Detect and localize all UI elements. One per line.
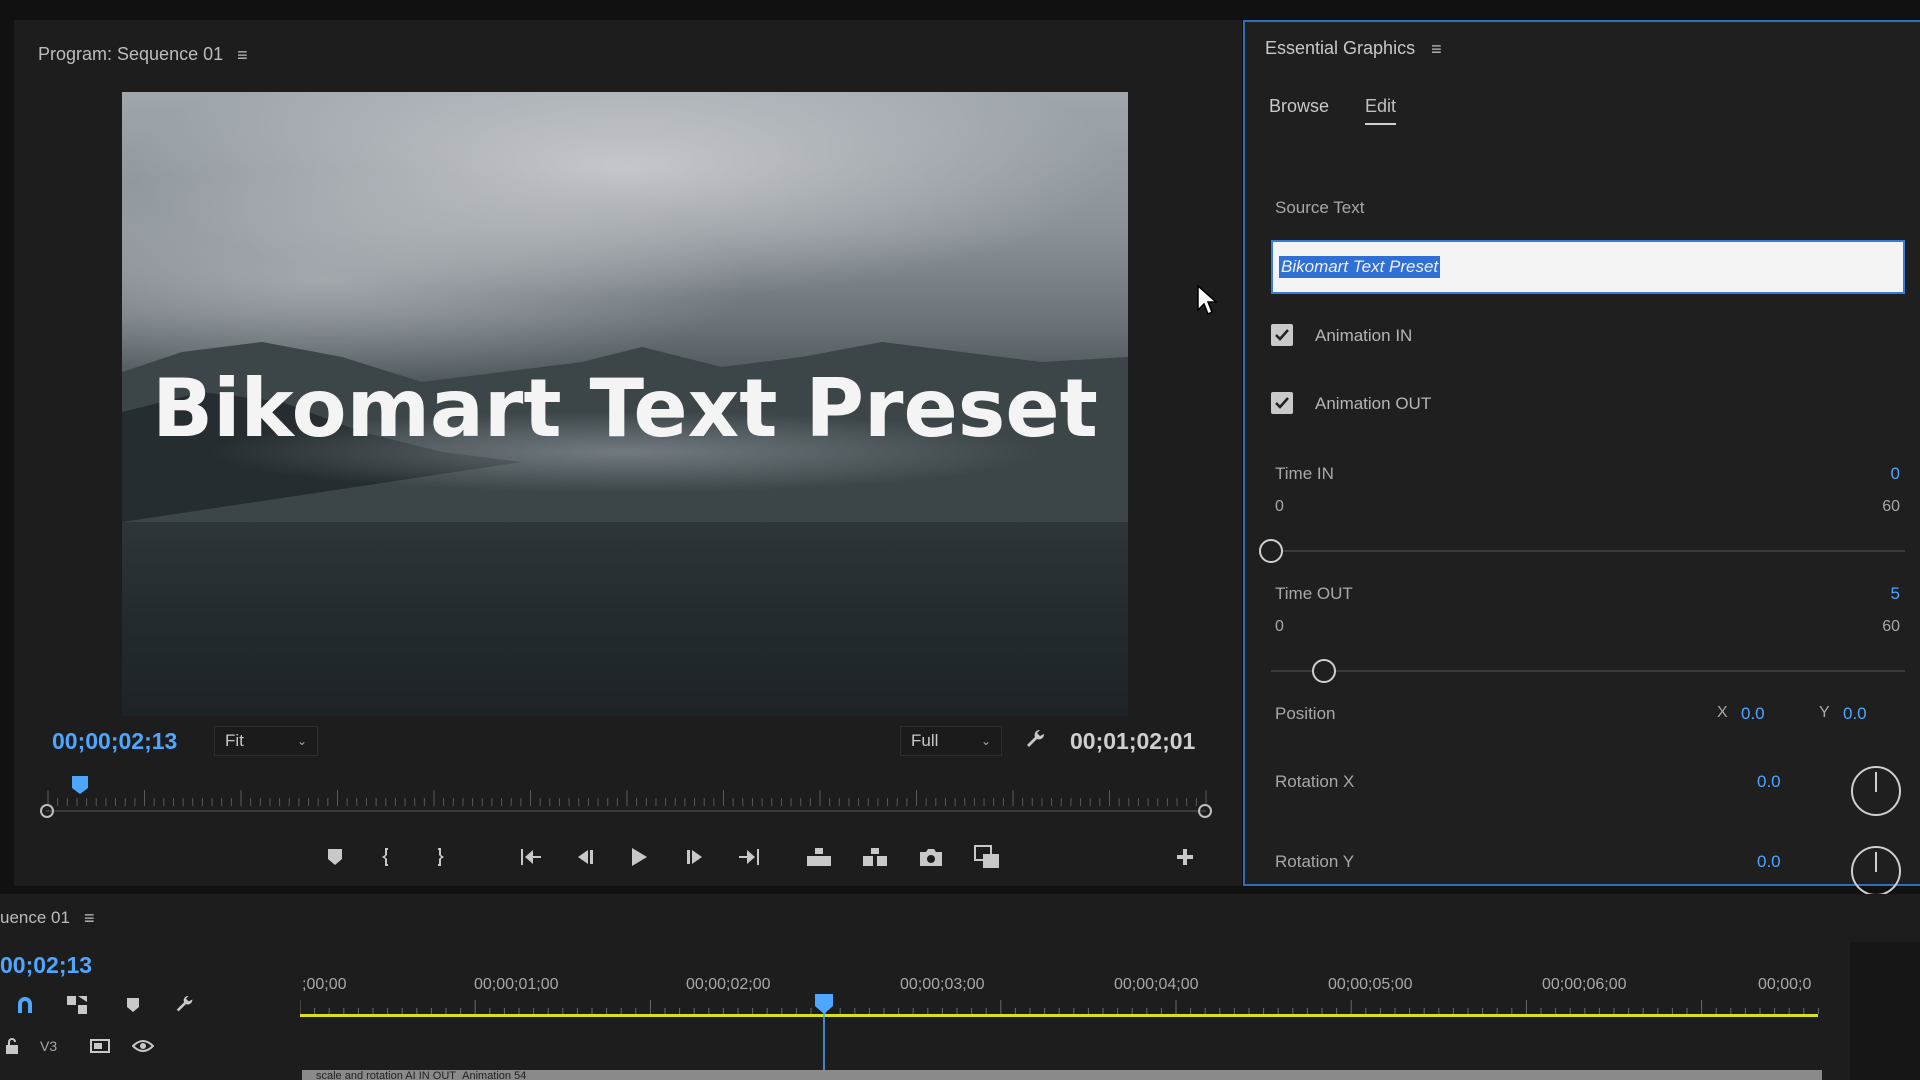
timeline-settings-wrench-icon[interactable] [172,992,198,1018]
animation-out-checkbox[interactable] [1271,392,1293,414]
animation-in-label: Animation IN [1315,326,1413,345]
timeline-timecode[interactable]: 00;02;13 [0,952,92,979]
sequence-duration: 00;01;02;01 [1070,728,1196,754]
timeline-title: uence 01 [0,908,70,927]
source-text-label: Source Text [1275,198,1365,217]
timeline-ruler-label: 00;00;0 [1758,976,1812,993]
program-monitor-title: Program: Sequence 01 [38,44,224,64]
time-out-slider-knob[interactable] [1311,659,1336,683]
time-out-min: 0 [1275,618,1284,635]
mark-in-icon[interactable] [370,840,404,874]
extract-icon[interactable] [858,840,892,874]
timeline-ruler-label: 00;00;05;00 [1328,976,1413,993]
source-text-selection: Bikomart Text Preset [1279,256,1441,278]
essential-graphics-header: Essential Graphics ≡ [1265,38,1442,59]
zoom-level-select[interactable]: Fit ⌄ [214,726,318,756]
rotation-x-dial[interactable] [1851,766,1901,816]
go-to-in-icon[interactable] [514,840,548,874]
playhead-marker[interactable] [72,776,88,794]
overlay-title-text[interactable]: Bikomart Text Preset [122,362,1128,455]
position-label: Position [1275,704,1336,723]
go-to-out-icon[interactable] [732,840,766,874]
time-out-value[interactable]: 5 [1891,584,1900,604]
play-icon[interactable] [622,840,656,874]
tab-edit[interactable]: Edit [1365,96,1397,125]
time-out-slider-track[interactable] [1271,670,1905,672]
transport-controls [14,840,1242,880]
timeline-ruler-label: 00;00;02;00 [686,976,771,993]
rotation-y-label: Rotation Y [1275,852,1355,871]
position-y-value[interactable]: 0.0 [1843,704,1867,724]
tab-browse[interactable]: Browse [1269,96,1329,117]
track-lock-icon[interactable] [2,1034,22,1058]
step-back-icon[interactable] [568,840,602,874]
timeline-ruler-label: 00;00;01;00 [474,976,559,993]
timeline-ruler-label: 00;00;04;00 [1114,976,1199,993]
time-out-max: 60 [1882,618,1900,635]
rotation-x-value[interactable]: 0.0 [1757,772,1781,792]
program-monitor-panel: Program: Sequence 01 ≡ Bikomart Text Pre… [14,20,1242,886]
toggle-sync-lock-icon[interactable] [88,1034,112,1058]
time-in-min: 0 [1275,498,1284,515]
timeline-ruler-label: ;00;00 [302,976,347,993]
zoom-level-value: Fit [225,731,244,750]
position-x-value[interactable]: 0.0 [1741,704,1765,724]
clip-label: scale and rotation AI IN OUT_Animation 5… [316,1070,527,1080]
position-x-label: X [1717,704,1728,721]
timeline-ruler-label: 00;00;03;00 [900,976,985,993]
timeline-clip[interactable]: scale and rotation AI IN OUT_Animation 5… [302,1070,1822,1080]
timeline-ruler-label: 00;00;06;00 [1542,976,1627,993]
panel-menu-icon[interactable]: ≡ [84,909,95,927]
comparison-view-icon[interactable] [970,840,1004,874]
panel-menu-icon[interactable]: ≡ [237,46,248,64]
work-area-bar[interactable] [300,1014,1818,1017]
chevron-down-icon: ⌄ [296,734,307,748]
step-forward-icon[interactable] [678,840,712,874]
time-in-label: Time IN [1275,464,1334,483]
time-out-label: Time OUT [1275,584,1353,603]
timeline-vertical-scrollbar[interactable] [1850,942,1920,1080]
timeline-header: uence 01 ≡ [0,908,94,928]
playback-resolution-value: Full [911,731,939,750]
export-frame-icon[interactable] [914,840,948,874]
chevron-down-icon: ⌄ [980,734,991,748]
animation-out-label: Animation OUT [1315,394,1432,413]
playhead-timecode[interactable]: 00;00;02;13 [52,728,177,755]
mark-out-icon[interactable] [422,840,456,874]
wrench-icon[interactable] [1024,728,1048,757]
mouse-cursor-icon [1197,284,1218,316]
ruler-ticks [47,790,1207,806]
panel-menu-icon[interactable]: ≡ [1431,40,1442,58]
timeline-ruler-ticks [300,1000,1819,1014]
linked-selection-icon[interactable] [64,992,90,1018]
toggle-track-output-eye-icon[interactable] [130,1034,156,1058]
playback-resolution-select[interactable]: Full ⌄ [900,726,1002,756]
timeline-playhead-marker[interactable] [815,994,833,1014]
rotation-y-value[interactable]: 0.0 [1757,852,1781,872]
time-in-slider-knob[interactable] [1259,539,1283,563]
program-monitor-header: Program: Sequence 01 ≡ [38,44,248,65]
track-label-v3[interactable]: V3 [40,1038,57,1054]
snap-magnet-icon[interactable] [12,992,38,1018]
source-text-input[interactable]: Bikomart Text Preset [1271,240,1905,294]
add-marker-icon[interactable] [318,840,352,874]
time-in-max: 60 [1882,498,1900,515]
animation-in-checkbox[interactable] [1271,324,1293,346]
essential-graphics-title: Essential Graphics [1265,38,1416,58]
program-time-ruler[interactable] [38,776,1214,826]
timeline-panel: uence 01 ≡ 00;02;13 V3 ;00;00 00;00;01;00… [0,894,1920,1080]
time-in-value[interactable]: 0 [1891,464,1900,484]
add-marker-icon[interactable] [120,992,146,1018]
time-in-slider-track[interactable] [1271,550,1905,552]
position-y-label: Y [1819,704,1830,721]
video-preview[interactable]: Bikomart Text Preset [122,92,1128,716]
button-editor-plus-icon[interactable] [1168,840,1202,874]
rotation-x-label: Rotation X [1275,772,1355,791]
rotation-y-dial[interactable] [1851,846,1901,896]
essential-graphics-panel: Essential Graphics ≡ Browse Edit Source … [1243,20,1920,896]
lift-icon[interactable] [802,840,836,874]
